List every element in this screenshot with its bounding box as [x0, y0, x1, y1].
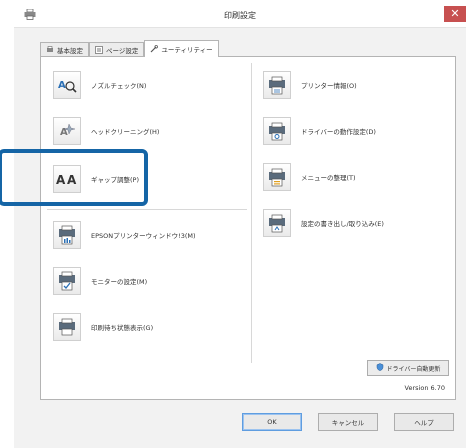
window-title: 印刷設定	[224, 11, 256, 20]
util-label: ドライバーの動作設定(D)	[301, 128, 376, 136]
head-cleaning-button[interactable]: A ヘッドクリーニング(H)	[53, 117, 159, 145]
page-layout-icon	[95, 46, 103, 54]
tab-page-settings[interactable]: ページ設定	[89, 42, 145, 57]
help-button[interactable]: ヘルプ	[394, 413, 454, 431]
svg-text:A: A	[58, 80, 66, 91]
menu-arrange-button[interactable]: メニューの整理(T)	[263, 163, 356, 191]
tab-label: 基本設定	[57, 47, 83, 55]
cancel-button[interactable]: キャンセル	[318, 413, 378, 431]
util-label: EPSONプリンターウィンドウ!3(M)	[91, 232, 196, 240]
auto-update-label: ドライバー自動更新	[386, 365, 441, 373]
util-label: ノズルチェック(N)	[91, 82, 147, 90]
column-divider	[251, 63, 252, 363]
group-divider	[47, 209, 247, 210]
driver-auto-update-button[interactable]: ドライバー自動更新	[367, 360, 449, 376]
printer-window-icon	[53, 221, 81, 249]
gap-adjust-highlight	[0, 149, 148, 206]
driver-settings-button[interactable]: ドライバーの動作設定(D)	[263, 117, 376, 145]
nozzle-check-button[interactable]: A ノズルチェック(N)	[53, 71, 146, 99]
monitor-settings-button[interactable]: モニターの設定(M)	[53, 267, 147, 295]
print-settings-dialog: 印刷設定 ✕ 基本設定 ページ設定 ユーティリティー A ノズルチェック(N) …	[14, 2, 466, 448]
printer-info-icon	[263, 71, 291, 99]
head-cleaning-icon: A	[53, 117, 81, 145]
print-queue-button[interactable]: 印刷待ち状態表示(G)	[53, 313, 153, 341]
title-bar: 印刷設定 ✕	[14, 2, 466, 28]
tab-bar: 基本設定 ページ設定 ユーティリティー	[40, 40, 219, 57]
ok-button[interactable]: OK	[242, 413, 302, 431]
nozzle-check-icon: A	[53, 71, 81, 99]
update-shield-icon	[376, 363, 384, 373]
export-import-button[interactable]: 設定の書き出し/取り込み(E)	[263, 209, 384, 237]
util-label: 印刷待ち状態表示(G)	[91, 324, 154, 332]
util-label: メニューの整理(T)	[301, 174, 356, 182]
print-queue-icon	[53, 313, 81, 341]
wrench-icon	[150, 45, 159, 53]
util-label: 設定の書き出し/取り込み(E)	[301, 220, 384, 228]
tab-label: ユーティリティー	[161, 46, 213, 54]
printer-info-button[interactable]: プリンター情報(O)	[263, 71, 357, 99]
util-label: モニターの設定(M)	[91, 278, 148, 286]
tab-basic-settings[interactable]: 基本設定	[40, 42, 89, 57]
driver-settings-icon	[263, 117, 291, 145]
util-label: ヘッドクリーニング(H)	[91, 128, 160, 136]
tab-utility[interactable]: ユーティリティー	[144, 40, 219, 57]
printer-page-icon	[46, 46, 54, 54]
menu-arrange-icon	[263, 163, 291, 191]
version-text: Version 6.70	[404, 384, 445, 392]
close-button[interactable]: ✕	[444, 6, 466, 22]
monitor-settings-icon	[53, 267, 81, 295]
util-label: プリンター情報(O)	[301, 82, 357, 90]
tab-label: ページ設定	[106, 47, 139, 55]
export-import-icon	[263, 209, 291, 237]
utility-panel: A ノズルチェック(N) A ヘッドクリーニング(H) A A ギャップ調整(P…	[40, 56, 456, 400]
printer-window-button[interactable]: EPSONプリンターウィンドウ!3(M)	[53, 221, 196, 249]
